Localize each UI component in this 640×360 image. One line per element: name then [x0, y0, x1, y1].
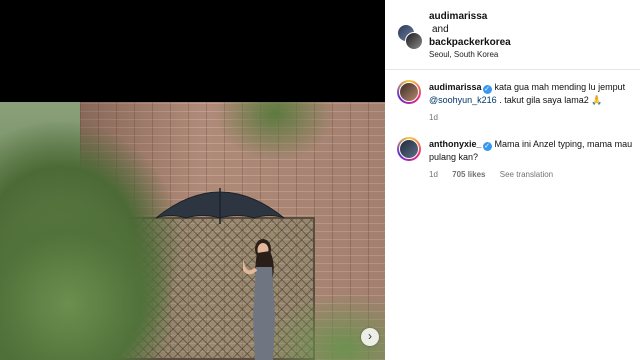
author-avatars[interactable]: [397, 24, 423, 50]
author-username[interactable]: audimarissa: [429, 11, 487, 22]
post-sidebar: audimarissa and backpackerkorea Seoul, S…: [385, 0, 640, 360]
verified-icon: ✓: [482, 85, 492, 94]
carousel-next-button[interactable]: ›: [361, 328, 379, 346]
comment-body: anthonyxie_ ✓ Mama ini Anzel typing, mama …: [429, 138, 637, 164]
avatar[interactable]: [397, 137, 421, 161]
umbrella: [155, 188, 285, 224]
comment-body: audimarissa ✓ kata gua mah mending lu jemp…: [429, 81, 637, 107]
comment-meta: 1d: [429, 113, 450, 122]
post-header: audimarissa and backpackerkorea Seoul, S…: [385, 0, 640, 70]
avatar[interactable]: [397, 80, 421, 104]
post-photo[interactable]: ›: [0, 102, 385, 360]
comment-time[interactable]: 1d: [429, 170, 438, 179]
comment-username[interactable]: audimarissa: [429, 82, 482, 92]
comment-text: kata gua mah mending lu jemput: [494, 82, 626, 92]
comment-likes[interactable]: 705 likes: [452, 170, 485, 179]
post-media: ›: [0, 0, 385, 360]
tree-foliage: [215, 102, 335, 162]
verified-icon: ✓: [482, 142, 492, 151]
comment-text-cont: . takut gila saya lama2 🙏: [496, 95, 603, 105]
location-link[interactable]: Seoul, South Korea: [429, 50, 498, 59]
see-translation-link[interactable]: See translation: [500, 170, 553, 179]
comment-username[interactable]: anthonyxie_: [429, 139, 482, 149]
comment-meta: 1d 705 likes See translation: [429, 170, 565, 179]
mention-link[interactable]: @soohyun_k216: [429, 95, 497, 105]
collab-username[interactable]: backpackerkorea: [429, 37, 511, 48]
ivy-foliage-lower: [0, 202, 170, 360]
comment-time[interactable]: 1d: [429, 113, 438, 122]
avatar: [405, 32, 423, 50]
author-conjunction: and: [432, 24, 449, 35]
woman-figure: [243, 239, 275, 360]
